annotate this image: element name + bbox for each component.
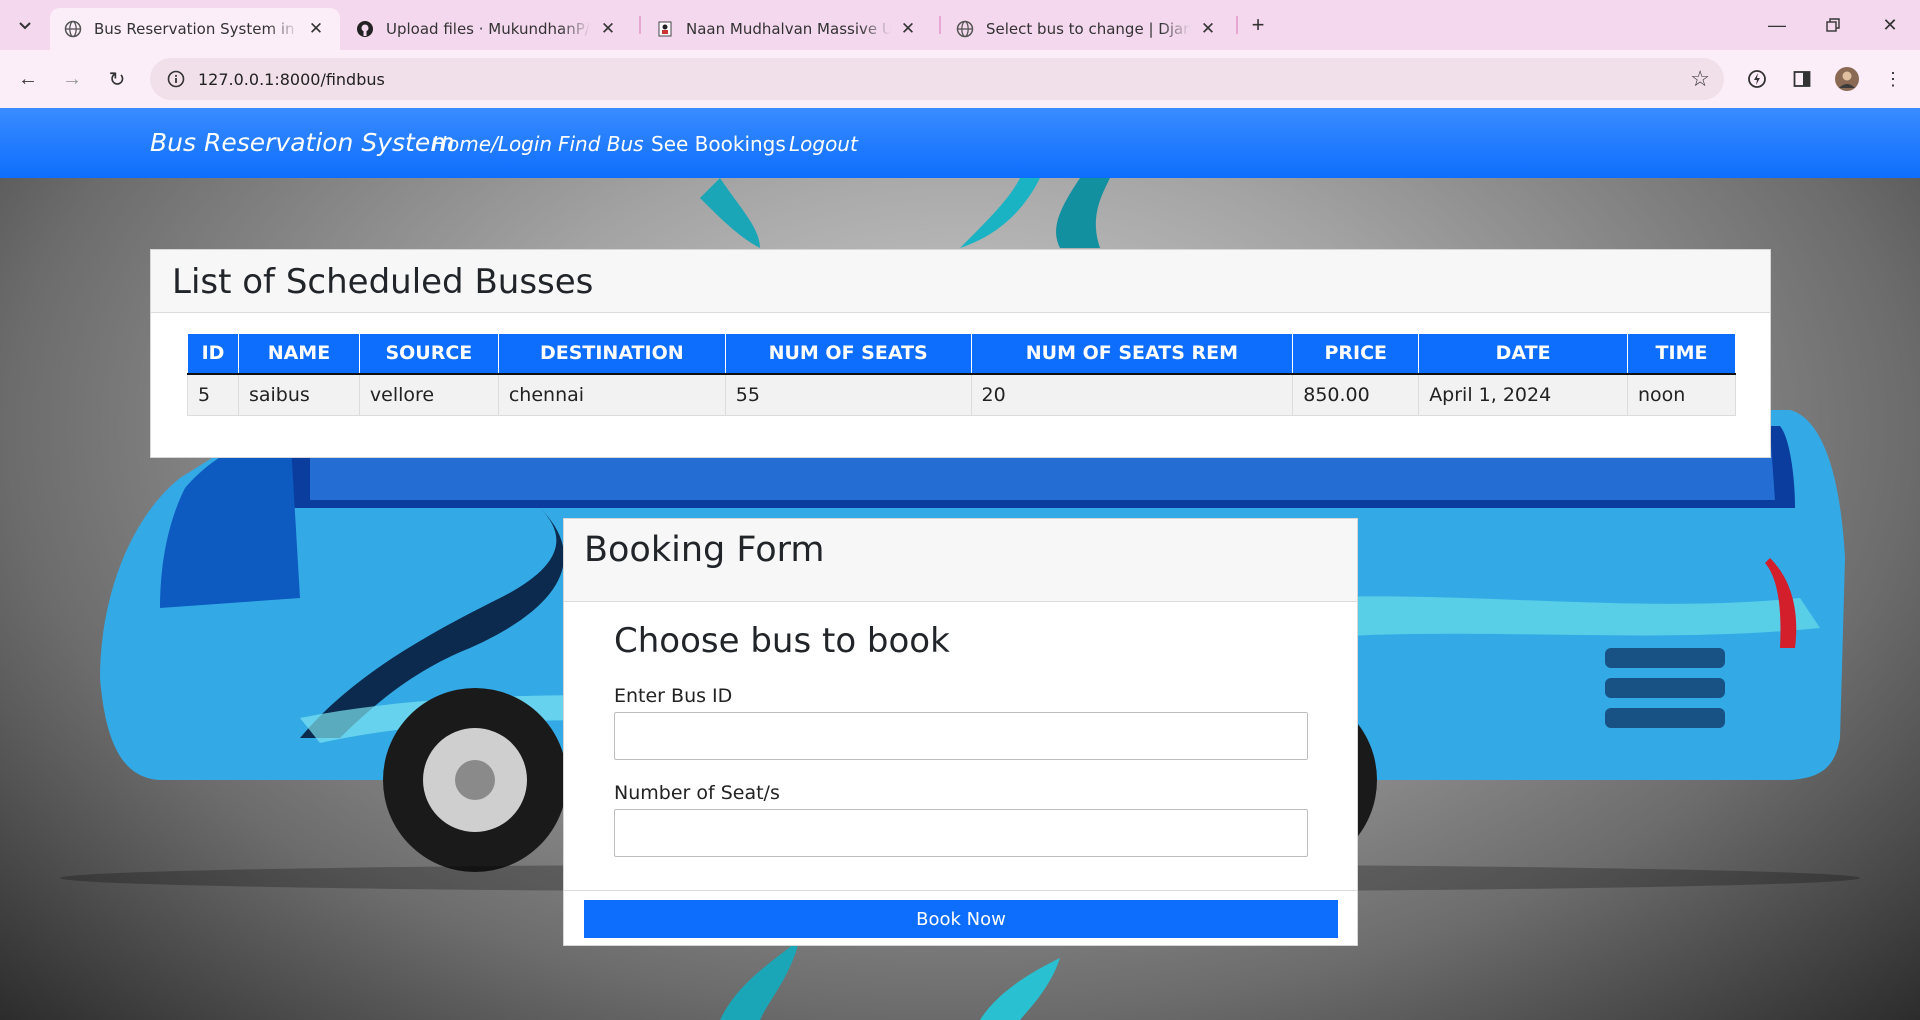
cell-name: saibus	[237, 373, 360, 416]
column-header-num-of-seats[interactable]: NUM OF SEATS	[724, 333, 972, 375]
back-button[interactable]: ←	[13, 64, 43, 94]
forward-button[interactable]: →	[57, 64, 87, 94]
new-tab-button[interactable]: +	[1244, 12, 1272, 38]
column-header-num-of-seats-rem[interactable]: NUM OF SEATS REM	[970, 333, 1294, 375]
seats-label: Number of Seat/s	[614, 782, 780, 804]
brand-title[interactable]: Bus Reservation System	[150, 128, 455, 157]
browser-tab-2[interactable]: Upload files · MukundhanP/Naa ✕	[342, 8, 632, 50]
nav-link-find-bus[interactable]: Find Bus	[558, 132, 644, 156]
tab-title: Naan Mudhalvan Massive Upsk	[686, 20, 891, 38]
close-tab-icon[interactable]: ✕	[1199, 19, 1217, 39]
column-header-name[interactable]: NAME	[237, 333, 360, 375]
cell-date: April 1, 2024	[1418, 373, 1629, 416]
card-footer-divider	[564, 890, 1357, 891]
nav-link-home-login[interactable]: Home/Login	[432, 132, 552, 156]
arrow-right-icon: →	[62, 67, 82, 90]
bus-id-input[interactable]	[614, 712, 1308, 760]
cell-num-of-seats-rem: 20	[970, 373, 1294, 416]
github-icon	[356, 20, 374, 38]
globe-icon	[956, 20, 974, 38]
close-window-button[interactable]: ✕	[1876, 12, 1904, 38]
minimize-icon: —	[1768, 15, 1786, 35]
cell-destination: chennai	[497, 373, 726, 416]
tab-title: Bus Reservation System in Djan	[94, 20, 299, 38]
tab-separator	[939, 16, 941, 34]
cell-source: vellore	[358, 373, 499, 416]
page-viewport: Bus Reservation System Home/Login Find B…	[0, 108, 1920, 1020]
booking-form-title: Booking Form	[564, 519, 1357, 602]
menu-kebab-icon[interactable]: ⋮	[1878, 64, 1908, 94]
tab-title: Select bus to change | Django s	[986, 20, 1191, 38]
globe-icon	[64, 20, 82, 38]
browser-tab-1[interactable]: Bus Reservation System in Djan ✕	[50, 8, 340, 50]
cell-num-of-seats: 55	[724, 373, 972, 416]
book-now-button[interactable]: Book Now	[584, 900, 1338, 938]
naan-mudhalvan-icon	[656, 20, 674, 38]
close-icon: ✕	[1882, 15, 1898, 35]
cell-price: 850.00	[1292, 373, 1420, 416]
profile-avatar[interactable]	[1832, 64, 1862, 94]
close-tab-icon[interactable]: ✕	[599, 19, 617, 39]
browser-tab-3[interactable]: Naan Mudhalvan Massive Upsk ✕	[642, 8, 932, 50]
scheduled-busses-title: List of Scheduled Busses	[151, 250, 1770, 313]
chevron-down-icon	[19, 22, 31, 30]
browser-tab-4[interactable]: Select bus to change | Django s ✕	[942, 8, 1232, 50]
nav-link-see-bookings[interactable]: See Bookings	[651, 132, 786, 156]
bus-id-label: Enter Bus ID	[614, 685, 733, 707]
reload-button[interactable]: ↻	[102, 64, 132, 94]
url-text[interactable]: 127.0.0.1:8000/findbus	[198, 70, 385, 89]
table-header-row: ID NAME SOURCE DESTINATION NUM OF SEATS …	[187, 333, 1736, 375]
column-header-time[interactable]: TIME	[1627, 333, 1736, 375]
arrow-left-icon: ←	[18, 67, 38, 90]
column-header-date[interactable]: DATE	[1418, 333, 1629, 375]
site-info-icon[interactable]	[166, 69, 186, 89]
close-tab-icon[interactable]: ✕	[899, 19, 917, 39]
table-row[interactable]: 5 saibus vellore chennai 55 20 850.00 Ap…	[187, 373, 1736, 416]
restore-button[interactable]	[1819, 12, 1847, 38]
reload-icon: ↻	[108, 68, 126, 91]
tab-separator	[639, 16, 641, 34]
restore-icon	[1826, 18, 1840, 32]
close-tab-icon[interactable]: ✕	[307, 19, 325, 39]
minimize-button[interactable]: —	[1763, 12, 1791, 38]
browser-toolbar: ← → ↻ 127.0.0.1:8000/findbus ☆ ⋮	[0, 50, 1920, 108]
column-header-id[interactable]: ID	[187, 333, 239, 375]
browser-tab-strip: Bus Reservation System in Djan ✕ Upload …	[0, 0, 1920, 50]
column-header-source[interactable]: SOURCE	[358, 333, 499, 375]
nav-link-logout[interactable]: Logout	[789, 132, 858, 156]
site-navbar: Bus Reservation System Home/Login Find B…	[0, 108, 1920, 178]
tab-title: Upload files · MukundhanP/Naa	[386, 20, 591, 38]
tab-separator	[1236, 16, 1238, 34]
cell-id: 5	[187, 373, 239, 416]
column-header-destination[interactable]: DESTINATION	[497, 333, 726, 375]
scheduled-busses-card: List of Scheduled Busses ID NAME SOURCE …	[150, 249, 1771, 458]
tab-search-button[interactable]	[12, 12, 38, 38]
address-bar[interactable]: 127.0.0.1:8000/findbus ☆	[150, 58, 1724, 100]
bookmark-star-icon[interactable]: ☆	[1690, 67, 1710, 91]
seats-input[interactable]	[614, 809, 1308, 857]
busses-table: ID NAME SOURCE DESTINATION NUM OF SEATS …	[187, 333, 1736, 416]
extension-icon[interactable]	[1742, 64, 1772, 94]
column-header-price[interactable]: PRICE	[1292, 333, 1420, 375]
booking-form-card: Booking Form Choose bus to book Enter Bu…	[563, 518, 1358, 946]
side-panel-icon[interactable]	[1787, 64, 1817, 94]
cell-time: noon	[1627, 373, 1736, 416]
booking-subtitle: Choose bus to book	[614, 621, 950, 661]
plus-icon: +	[1251, 12, 1265, 37]
